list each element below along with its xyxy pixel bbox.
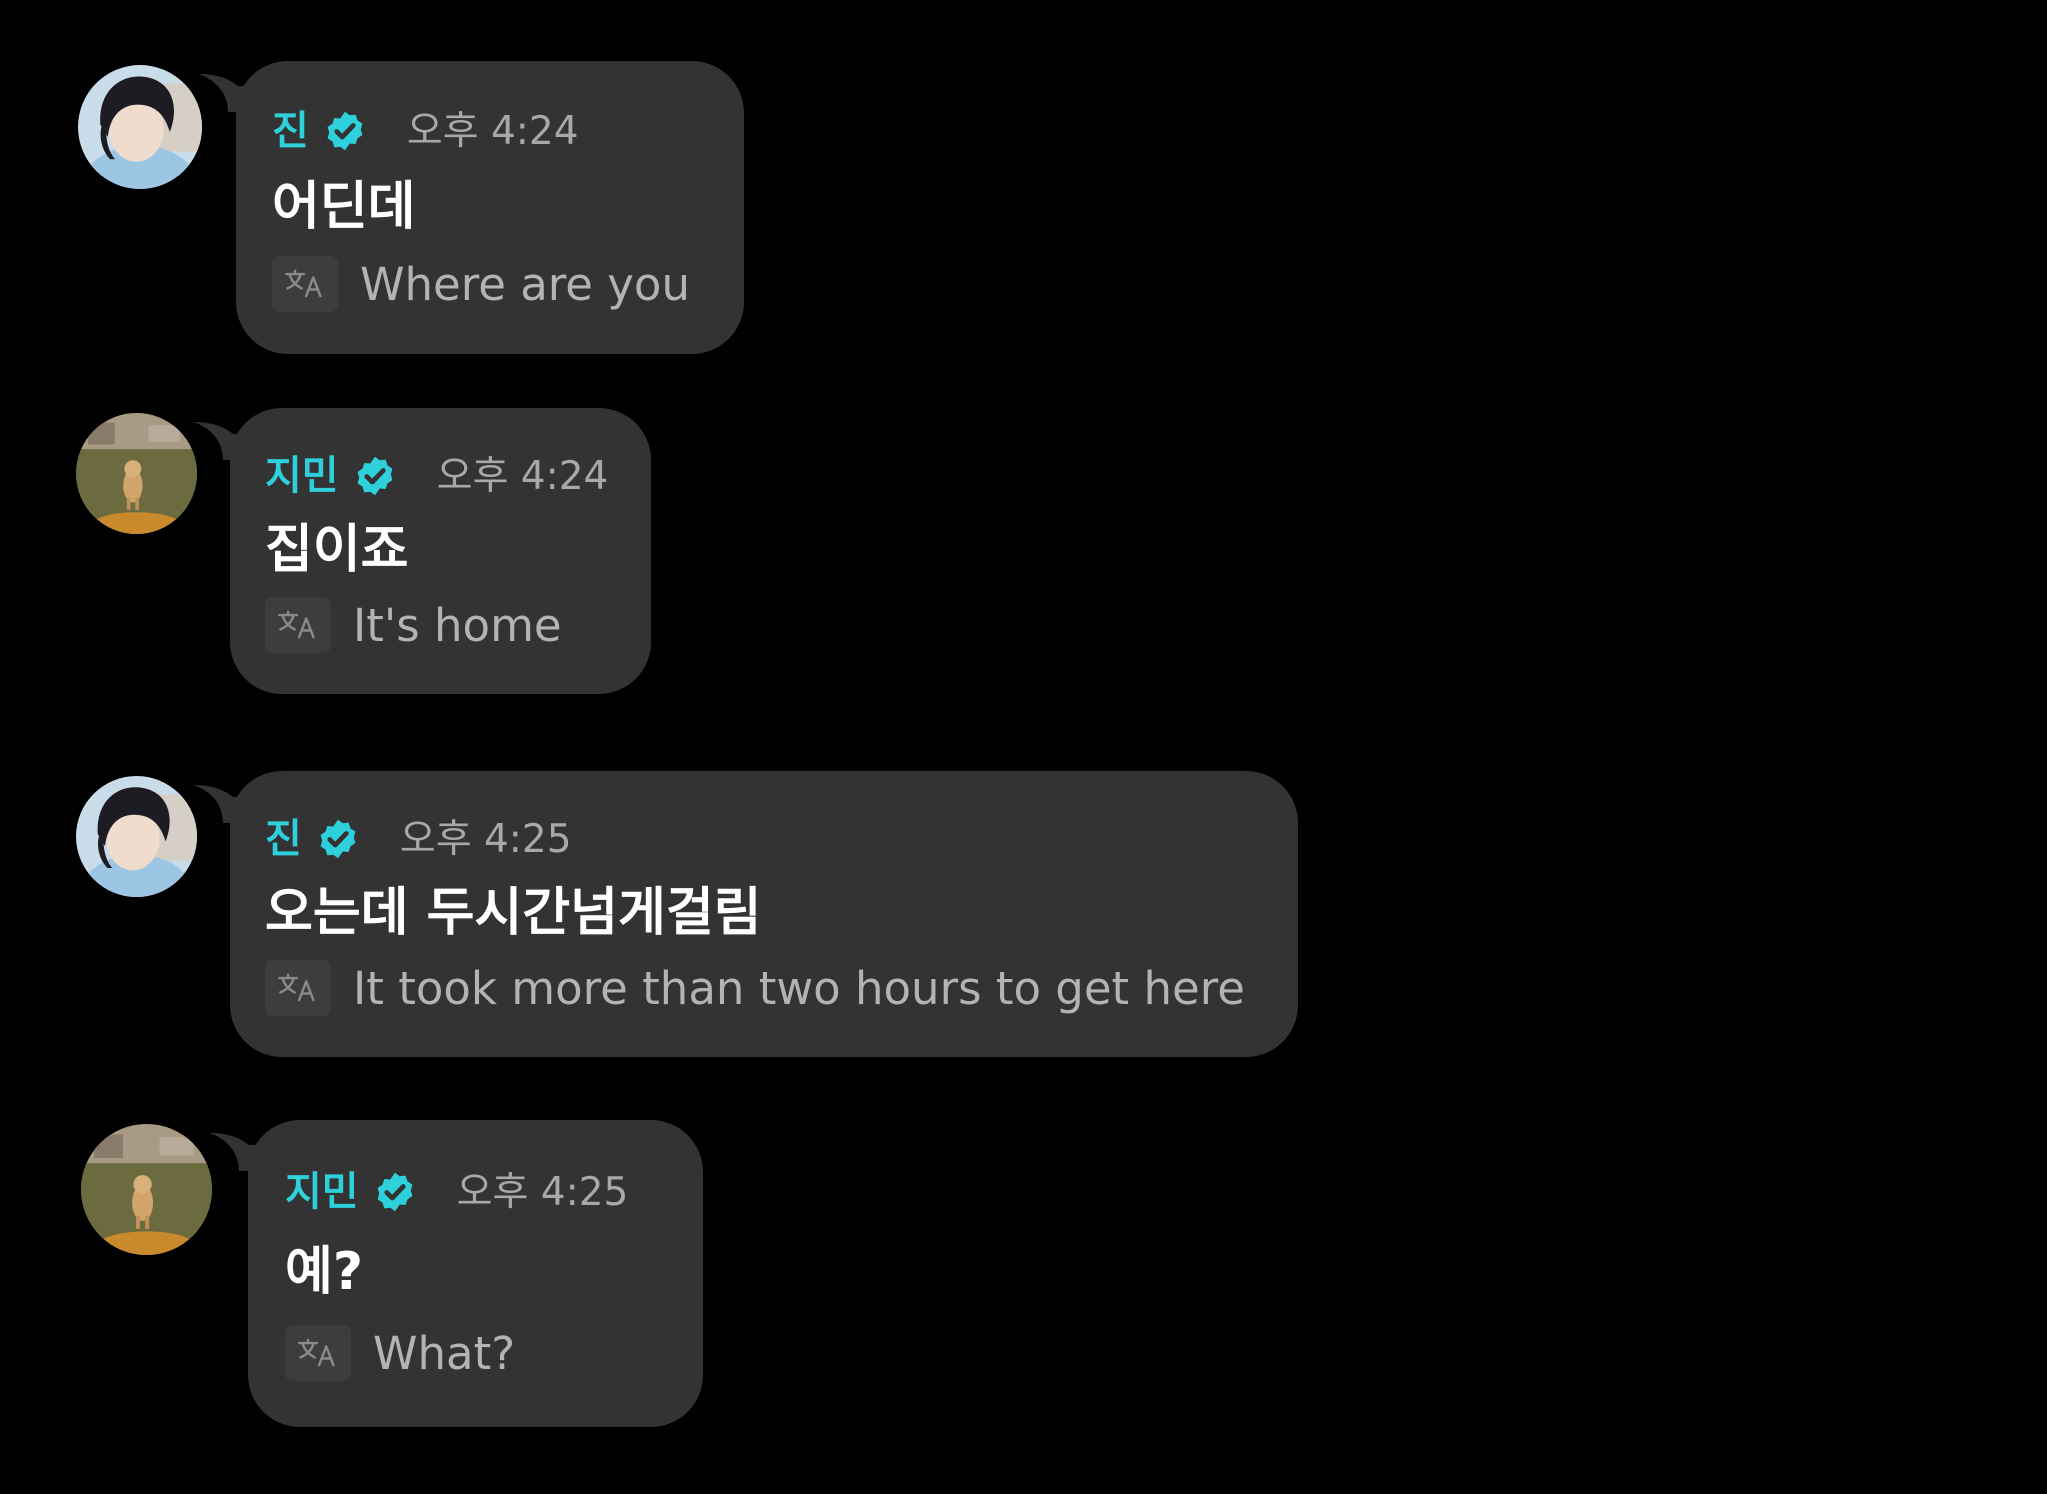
message-text: 예? bbox=[285, 1242, 364, 1302]
translation-text: It's home bbox=[353, 598, 562, 652]
avatar-image bbox=[81, 1124, 212, 1255]
translation-row: It took more than two hours to get here bbox=[265, 960, 1245, 1016]
sender-name[interactable]: 진 bbox=[272, 111, 309, 151]
avatar-jin[interactable] bbox=[78, 65, 202, 189]
translate-icon bbox=[285, 1325, 351, 1381]
avatar-jimin[interactable] bbox=[76, 413, 197, 534]
message-time: 오후 4:24 bbox=[406, 108, 579, 154]
avatar-image bbox=[76, 776, 197, 897]
translate-icon bbox=[265, 960, 331, 1016]
message-header: 지민 오후 4:25 bbox=[285, 1170, 628, 1214]
avatar-image bbox=[76, 413, 197, 534]
message-text: 어딘데 bbox=[272, 177, 416, 237]
message-header: 진 오후 4:25 bbox=[265, 817, 572, 861]
avatar-image bbox=[78, 65, 202, 189]
sender-name[interactable]: 지민 bbox=[285, 1172, 359, 1212]
message-text: 오는데 두시간넘게걸림 bbox=[265, 883, 762, 943]
message-time: 오후 4:25 bbox=[399, 816, 572, 862]
verified-badge-icon bbox=[353, 454, 397, 498]
translate-icon bbox=[265, 597, 331, 653]
translation-row: It's home bbox=[265, 597, 562, 653]
translate-icon bbox=[272, 256, 338, 312]
translation-row: Where are you bbox=[272, 256, 690, 312]
translation-row: What? bbox=[285, 1325, 515, 1381]
translation-text: It took more than two hours to get here bbox=[353, 961, 1245, 1015]
sender-name[interactable]: 진 bbox=[265, 819, 302, 859]
translation-text: Where are you bbox=[360, 257, 690, 311]
verified-badge-icon bbox=[323, 109, 367, 153]
avatar-jin[interactable] bbox=[76, 776, 197, 897]
sender-name[interactable]: 지민 bbox=[265, 456, 339, 496]
message-header: 지민 오후 4:24 bbox=[265, 454, 608, 498]
translation-text: What? bbox=[373, 1326, 516, 1380]
verified-badge-icon bbox=[316, 817, 360, 861]
avatar-jimin[interactable] bbox=[81, 1124, 212, 1255]
message-time: 오후 4:25 bbox=[456, 1169, 629, 1215]
message-text: 집이죠 bbox=[265, 520, 409, 580]
message-header: 진 오후 4:24 bbox=[272, 109, 579, 153]
verified-badge-icon bbox=[373, 1170, 417, 1214]
message-time: 오후 4:24 bbox=[436, 453, 609, 499]
